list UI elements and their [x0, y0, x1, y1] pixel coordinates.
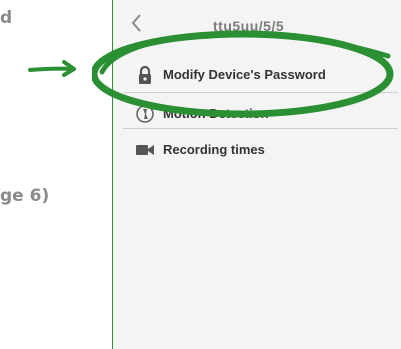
video-camera-icon — [136, 145, 154, 155]
motion-icon — [136, 105, 154, 123]
divider — [123, 128, 398, 129]
app-header: ttu5uu/5/5 — [113, 0, 401, 56]
document-text-fragment: d — [0, 8, 13, 28]
menu-item-modify-password[interactable]: Modify Device's Password — [113, 58, 401, 94]
back-chevron-icon[interactable] — [129, 12, 143, 34]
menu-item-label: Motion Detection — [163, 106, 269, 121]
menu-item-label: Modify Device's Password — [163, 67, 326, 82]
menu-item-recording-times[interactable]: Recording times — [113, 134, 401, 170]
divider — [123, 92, 398, 93]
annotation-arrow-icon — [28, 60, 76, 77]
page-title: ttu5uu/5/5 — [213, 18, 285, 34]
phone-screen: ttu5uu/5/5 Modify Device's Password Moti… — [112, 0, 401, 349]
lock-icon — [139, 65, 151, 84]
menu-item-label: Recording times — [163, 142, 265, 157]
document-text-fragment: ge 6) — [0, 186, 50, 206]
